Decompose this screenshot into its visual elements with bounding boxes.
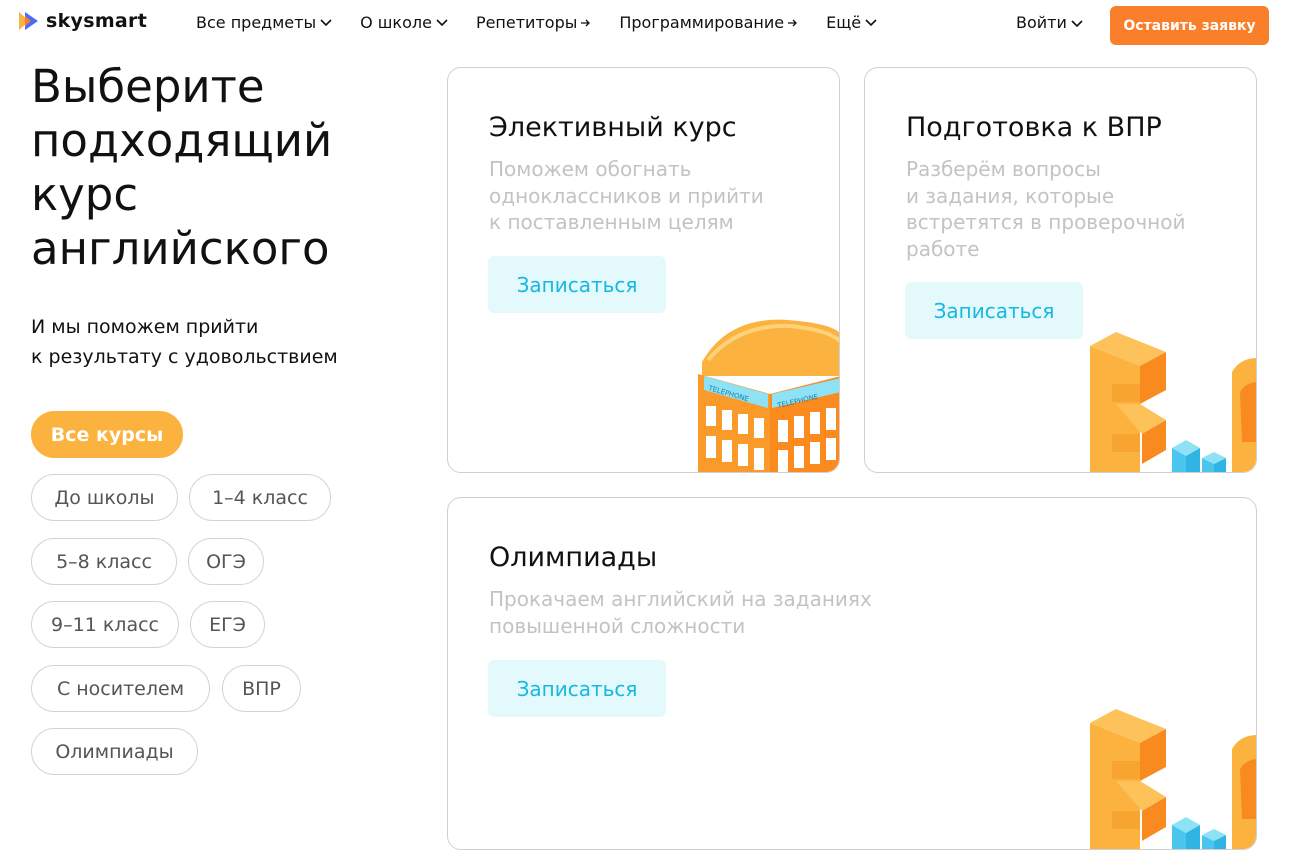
subtitle-line: к результату с удовольствием [31,346,338,368]
nav-item-tutors[interactable]: Репетиторы [476,13,591,32]
card-title: Элективный курс [489,112,737,143]
nav-item-programming[interactable]: Программирование [619,13,798,32]
nav-item-about[interactable]: О школе [360,13,448,32]
filter-chip-olympiads[interactable]: Олимпиады [31,728,198,775]
filter-chip-grade-9-11[interactable]: 9–11 класс [31,601,179,648]
arrow-right-icon [581,19,591,27]
3d-letters-illustration [1090,709,1256,849]
card-description-line: к поставленным целям [489,210,734,234]
nav-item-label: Все предметы [196,13,317,32]
logo-play-icon [18,10,40,32]
course-card-elective: Элективный курс Поможем обогнать однокла… [447,67,840,473]
page-title: Выберите подходящий курс английского [31,60,333,275]
card-description: Разберём вопросы и задания, которые встр… [906,156,1185,262]
card-description-line: встретятся в проверочной [906,210,1186,234]
3d-letters-illustration [1090,332,1256,472]
nav-item-label: Программирование [619,13,785,32]
card-description-line: работе [906,236,980,261]
chevron-down-icon [320,18,332,27]
enroll-button[interactable]: Записаться [905,282,1083,339]
skysmart-logo[interactable]: skysmart [18,10,147,32]
card-description-line: Разберём вопросы [906,157,1101,181]
phone-booth-illustration: TELEPHONE TELEPHONE [698,319,839,472]
filter-chip-preschool[interactable]: До школы [31,474,178,521]
card-description-line: Поможем обогнать [489,157,692,181]
chevron-down-icon [436,18,448,27]
filter-chip-native-speaker[interactable]: С носителем [31,665,210,712]
card-description-line: повышенной сложности [489,613,746,638]
card-title: Олимпиады [489,542,658,573]
login-label: Войти [1016,13,1067,32]
filter-chip-grade-5-8[interactable]: 5–8 класс [31,538,177,585]
chevron-down-icon [865,18,877,27]
filter-chip-all[interactable]: Все курсы [31,411,183,458]
main-nav: Все предметы О школе Репетиторы Программ… [196,13,877,32]
card-description-line: и задания, которые [906,183,1115,208]
filter-chip-vpr[interactable]: ВПР [222,665,301,712]
arrow-right-icon [788,19,798,27]
nav-item-subjects[interactable]: Все предметы [196,13,332,32]
filter-chip-ege[interactable]: ЕГЭ [190,601,265,648]
submit-application-button[interactable]: Оставить заявку [1110,6,1269,45]
course-card-vpr: Подготовка к ВПР Разберём вопросы и зада… [864,67,1257,473]
enroll-button[interactable]: Записаться [488,660,666,717]
course-card-olympiads: Олимпиады Прокачаем английский на задани… [447,497,1257,850]
site-header: skysmart Все предметы О школе Репетиторы… [0,0,1295,50]
chevron-down-icon [1071,13,1083,32]
card-description-line: Прокачаем английский на заданиях [489,587,872,611]
nav-item-more[interactable]: Ещё [826,13,877,32]
logo-text: skysmart [46,10,148,32]
filter-chip-oge[interactable]: ОГЭ [188,538,264,585]
card-description-line: одноклассников и прийти [489,183,764,208]
card-title: Подготовка к ВПР [906,112,1162,143]
nav-item-label: О школе [360,13,432,32]
subtitle-line: И мы поможем прийти [31,316,259,338]
filter-chip-grade-1-4[interactable]: 1–4 класс [189,474,331,521]
nav-item-label: Ещё [826,13,862,32]
login-button[interactable]: Войти [1016,13,1083,32]
nav-item-label: Репетиторы [475,13,578,32]
card-description: Поможем обогнать одноклассников и прийти… [489,156,764,236]
page-subtitle: И мы поможем прийти к результату с удово… [31,312,391,372]
enroll-button[interactable]: Записаться [488,256,666,313]
card-description: Прокачаем английский на заданиях повышен… [489,586,872,639]
